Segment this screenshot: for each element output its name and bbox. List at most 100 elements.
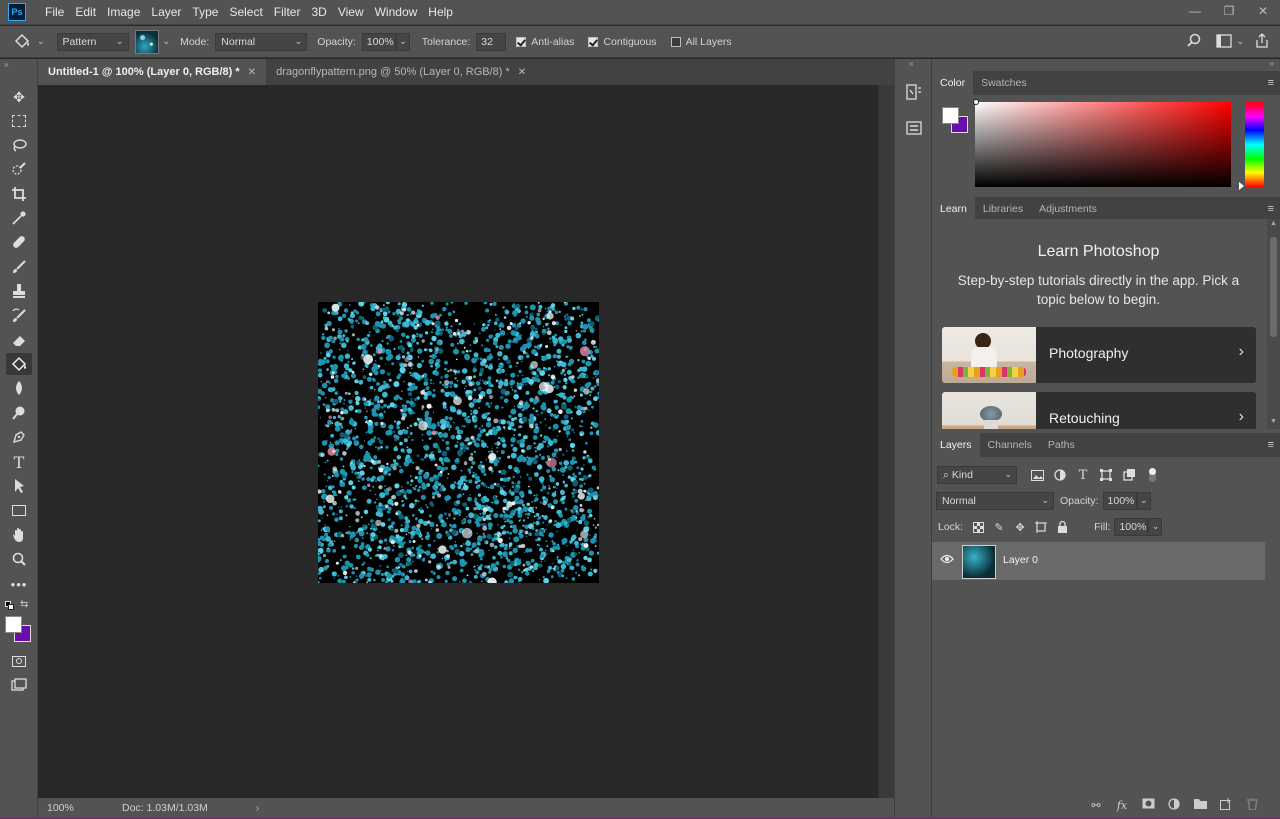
quick-mask-icon[interactable]	[6, 650, 32, 672]
filter-pixel-icon[interactable]	[1029, 468, 1045, 482]
opacity-dropdown[interactable]: ⌄	[395, 32, 410, 51]
layer-name[interactable]: Layer 0	[1003, 554, 1038, 566]
opacity-input[interactable]: 100%	[361, 32, 396, 51]
tolerance-input[interactable]: 32	[476, 32, 507, 51]
all-layers-checkbox[interactable]: All Layers	[670, 36, 738, 48]
learn-card-retouching[interactable]: Retouching ›	[942, 392, 1256, 429]
collapse-dock-icon[interactable]: «	[909, 59, 913, 68]
scroll-down-icon[interactable]: ▼	[1270, 418, 1277, 425]
layer-row[interactable]: Layer 0	[932, 542, 1265, 580]
minimize-button[interactable]: —	[1178, 0, 1212, 22]
screen-mode-icon[interactable]	[6, 674, 32, 696]
tab-channels[interactable]: Channels	[980, 433, 1040, 457]
zoom-level[interactable]: 100%	[38, 802, 82, 814]
contiguous-check-box[interactable]	[588, 36, 599, 47]
stamp-icon[interactable]	[6, 280, 32, 302]
blur-icon[interactable]	[6, 377, 32, 399]
lock-pixels-icon[interactable]: ✎	[992, 520, 1006, 534]
more-tools-icon[interactable]: •••	[6, 573, 32, 595]
mode-select[interactable]: Normal ⌄	[215, 32, 308, 51]
menu-file[interactable]: File	[42, 0, 72, 25]
lock-transparent-icon[interactable]	[971, 520, 985, 534]
close-icon[interactable]: ✕	[248, 67, 256, 78]
search-icon[interactable]	[1186, 33, 1202, 49]
hue-marker[interactable]	[1239, 182, 1244, 190]
tab-adjustments[interactable]: Adjustments	[1031, 197, 1105, 221]
menu-help[interactable]: Help	[425, 0, 461, 25]
menu-image[interactable]: Image	[104, 0, 148, 25]
close-button[interactable]: ✕	[1246, 0, 1280, 22]
history-brush-icon[interactable]	[6, 305, 32, 327]
layer-filter-select[interactable]: ⌕ Kind ⌄	[937, 466, 1017, 484]
fill-input[interactable]: 100%	[1114, 518, 1149, 536]
color-panel-swatches[interactable]	[941, 106, 969, 134]
blend-mode-select[interactable]: Normal ⌄	[936, 492, 1054, 510]
foreground-color-swatch[interactable]	[5, 616, 22, 633]
brush-icon[interactable]	[6, 256, 32, 278]
tab-learn[interactable]: Learn	[932, 197, 975, 221]
foreground-color-swatch[interactable]	[942, 107, 959, 124]
lasso-icon[interactable]	[6, 134, 32, 156]
tab-libraries[interactable]: Libraries	[975, 197, 1031, 221]
tool-preset-picker[interactable]: ⌄	[12, 33, 45, 51]
tab-layers[interactable]: Layers	[932, 433, 980, 457]
path-select-icon[interactable]	[6, 475, 32, 497]
collapse-toolbar-icon[interactable]: »	[4, 60, 8, 69]
rectangle-icon[interactable]	[6, 499, 32, 521]
color-field[interactable]	[973, 99, 1231, 187]
filter-type-icon[interactable]: T	[1075, 468, 1091, 483]
learn-card-photography[interactable]: Photography ›	[942, 327, 1256, 383]
color-picker-marker[interactable]	[973, 99, 979, 105]
learn-scrollbar[interactable]: ▲ ▼	[1267, 219, 1280, 429]
hue-slider[interactable]	[1239, 102, 1264, 190]
panel-menu-icon[interactable]: ≡	[1268, 439, 1274, 451]
close-icon[interactable]: ✕	[518, 67, 526, 78]
tab-paths[interactable]: Paths	[1040, 433, 1083, 457]
paint-bucket-icon[interactable]	[6, 353, 32, 375]
anti-alias-check-box[interactable]	[516, 36, 527, 47]
default-colors-icon[interactable]	[5, 601, 14, 610]
status-menu-arrow[interactable]: ›	[256, 802, 260, 814]
eyedropper-icon[interactable]	[6, 207, 32, 229]
tab-color[interactable]: Color	[932, 71, 974, 95]
tab-dragonflypattern[interactable]: dragonflypattern.png @ 50% (Layer 0, RGB…	[266, 59, 536, 85]
link-icon[interactable]: ⚯	[1088, 799, 1104, 812]
document-canvas[interactable]	[318, 302, 599, 583]
adjustment-icon[interactable]	[1166, 797, 1182, 813]
filter-toggle-icon[interactable]	[1144, 468, 1160, 482]
folder-icon[interactable]	[1192, 798, 1208, 812]
zoom-icon[interactable]	[6, 548, 32, 570]
menu-window[interactable]: Window	[372, 0, 426, 25]
eraser-icon[interactable]	[6, 329, 32, 351]
eye-icon[interactable]	[940, 554, 954, 567]
anti-alias-checkbox[interactable]: Anti-alias	[516, 36, 580, 48]
healing-icon[interactable]	[6, 231, 32, 253]
contiguous-checkbox[interactable]: Contiguous	[588, 36, 662, 48]
menu-layer[interactable]: Layer	[148, 0, 189, 25]
swap-colors-icon[interactable]: ⇆	[20, 599, 28, 610]
chevron-down-icon[interactable]: ⌄	[163, 36, 171, 47]
layer-opacity-input[interactable]: 100%	[1102, 492, 1137, 510]
layer-opacity-dropdown[interactable]: ⌄	[1136, 492, 1151, 510]
dodge-icon[interactable]	[6, 402, 32, 424]
marquee-icon[interactable]	[6, 110, 32, 132]
mask-icon[interactable]	[1140, 798, 1156, 812]
crop-icon[interactable]	[6, 183, 32, 205]
learn-scroll-thumb[interactable]	[1270, 237, 1277, 337]
filter-shape-icon[interactable]	[1098, 468, 1114, 482]
trash-icon[interactable]	[1244, 796, 1260, 813]
menu-edit[interactable]: Edit	[72, 0, 104, 25]
share-icon[interactable]	[1254, 33, 1270, 49]
menu-filter[interactable]: Filter	[271, 0, 309, 25]
menu-3d[interactable]: 3D	[308, 0, 334, 25]
tab-untitled-1[interactable]: Untitled-1 @ 100% (Layer 0, RGB/8) * ✕	[38, 59, 267, 85]
restore-button[interactable]: ❐	[1212, 0, 1246, 22]
fx-icon[interactable]: fx	[1114, 799, 1130, 812]
filter-smart-object-icon[interactable]	[1121, 468, 1137, 482]
menu-view[interactable]: View	[335, 0, 372, 25]
pen-icon[interactable]	[6, 426, 32, 448]
type-icon[interactable]: T	[6, 451, 32, 473]
lock-position-icon[interactable]: ✥	[1013, 520, 1027, 534]
canvas-vertical-scrollbar[interactable]	[878, 85, 894, 798]
properties-panel-icon[interactable]	[905, 119, 923, 137]
